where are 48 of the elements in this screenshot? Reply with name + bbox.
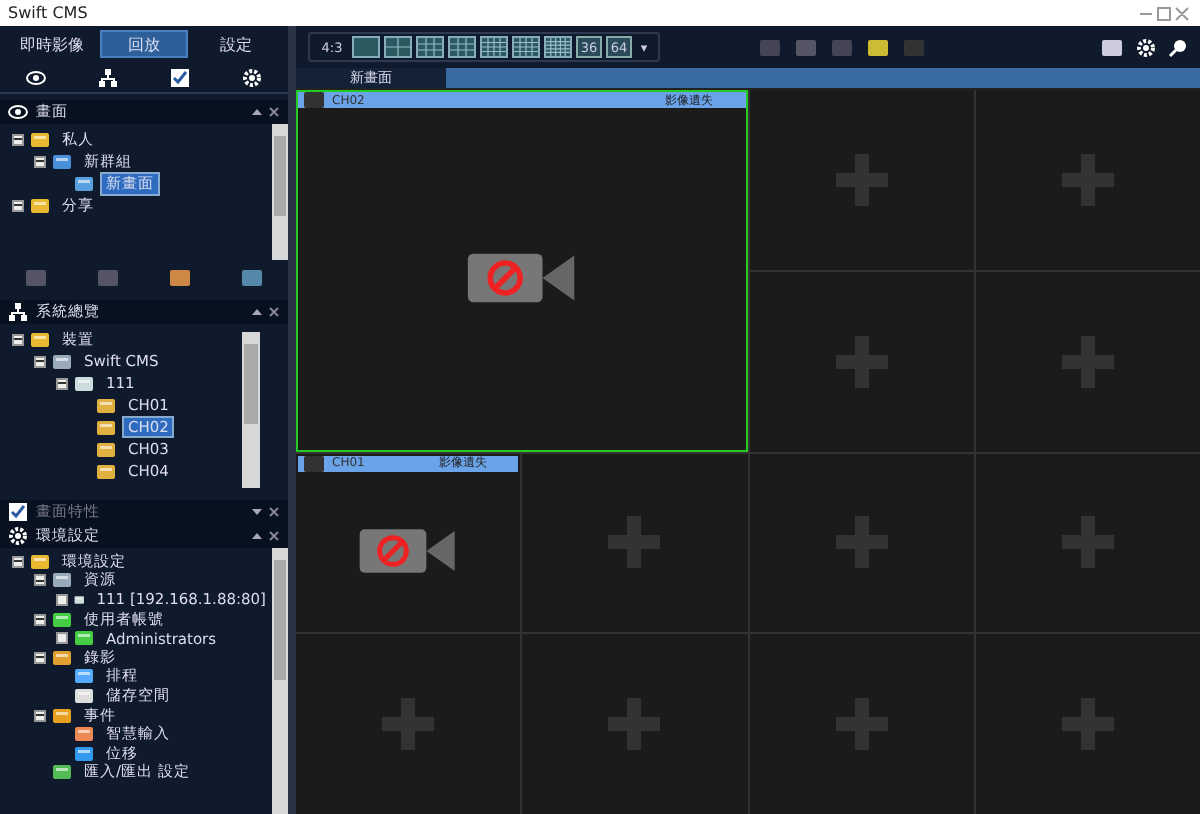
expander-icon[interactable] [12,333,24,345]
settings-icon [8,526,28,546]
panel-tab[interactable] [22,65,50,89]
panel-controls-icon[interactable] [252,106,280,118]
panel-tab[interactable] [166,65,194,89]
panel-tab[interactable] [238,65,266,89]
grid-layout-icon[interactable] [480,36,508,58]
main-tab[interactable]: 回放 [100,30,188,58]
scrollbar[interactable] [272,124,288,260]
hierarchy-icon [98,67,118,87]
expander-icon[interactable] [12,199,24,211]
checkbox-icon [170,67,190,87]
expander-icon[interactable] [12,555,24,568]
hierarchy-icon [8,302,28,322]
main-tab[interactable]: 設定 [192,30,280,58]
eye-icon [8,102,28,122]
grid-layout-icon[interactable] [384,36,412,58]
main-tab[interactable]: 即時影像 [8,30,96,58]
panel-controls-icon[interactable] [252,506,280,518]
grid-layout-icon[interactable] [448,36,476,58]
eye-icon [26,67,46,87]
camera-disabled-icon [358,525,459,576]
camera-disabled-icon [465,250,578,307]
settings-icon [242,67,262,87]
expander-icon[interactable] [56,377,68,389]
grid-layout-icon[interactable] [512,36,540,58]
expander-icon[interactable] [34,574,46,587]
scrollbar[interactable] [242,332,260,488]
window-controls-icon[interactable] [1136,5,1192,21]
window-title: Swift CMS [8,4,88,22]
checkbox-icon [8,502,28,522]
expander-icon[interactable] [56,593,68,606]
panel-controls-icon[interactable] [252,530,280,542]
expander-icon[interactable] [34,709,46,722]
expander-icon[interactable] [34,613,46,626]
expander-icon[interactable] [34,155,46,167]
search-icon[interactable] [1168,37,1188,57]
grid-layout-icon[interactable] [544,36,572,58]
expander-icon[interactable] [12,133,24,145]
panel-tab[interactable] [94,65,122,89]
grid-layout-icon[interactable] [416,36,444,58]
scrollbar[interactable] [272,548,288,814]
panel-controls-icon[interactable] [252,306,280,318]
expander-icon[interactable] [34,355,46,367]
settings-icon [1136,37,1156,57]
expander-icon[interactable] [34,651,46,664]
grid-layout-icon[interactable] [352,36,380,58]
expander-icon[interactable] [56,632,68,645]
